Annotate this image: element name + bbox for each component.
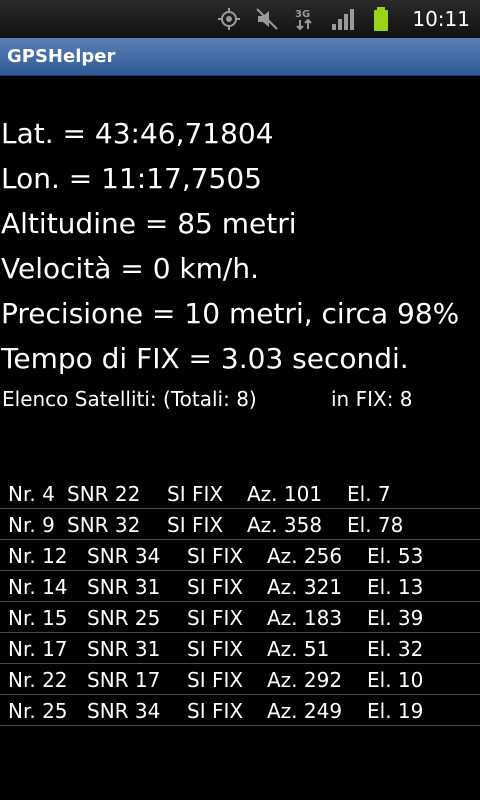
signal-icon <box>330 6 356 32</box>
3g-data-icon: 3G <box>292 6 318 32</box>
satellite-fix: SI FIX <box>187 575 244 599</box>
satellite-az: Az. 256 <box>267 544 343 568</box>
satellite-snr: SNR 25 <box>87 606 161 630</box>
satellite-fix: SI FIX <box>167 513 224 537</box>
satellite-fix: SI FIX <box>187 699 244 723</box>
satellite-fix: SI FIX <box>187 606 244 630</box>
satellite-in-fix-label: in FIX: 8 <box>331 387 413 411</box>
mute-icon <box>254 6 280 32</box>
satellite-snr: SNR 32 <box>67 513 141 537</box>
satellite-fix: SI FIX <box>187 637 244 661</box>
satellite-snr: SNR 17 <box>87 668 161 692</box>
satellite-snr: SNR 22 <box>67 482 141 506</box>
satellite-nr: Nr. 15 <box>8 606 68 630</box>
altitude: Altitudine = 85 metri <box>1 207 297 240</box>
satellite-el: El. 53 <box>367 544 424 568</box>
longitude: Lon. = 11:17,7505 <box>1 162 262 195</box>
satellite-list: Nr. 4 SNR 22 SI FIX Az. 101 El. 7 Nr. 9 SNR 32… <box>0 478 480 726</box>
satellite-el: El. 10 <box>367 668 424 692</box>
satellite-fix: SI FIX <box>187 668 244 692</box>
satellite-snr: SNR 34 <box>87 699 161 723</box>
satellite-el: El. 39 <box>367 606 424 630</box>
satellite-fix: SI FIX <box>187 544 244 568</box>
satellite-el: El. 19 <box>367 699 424 723</box>
list-item[interactable]: Nr. 9 SNR 32 SI FIX Az. 358 El. 78 <box>0 509 480 540</box>
satellite-fix: SI FIX <box>167 482 224 506</box>
app-title: GPSHelper <box>7 46 116 67</box>
satellite-az: Az. 249 <box>267 699 343 723</box>
satellite-summary: Elenco Satelliti: (Totali: 8) in FIX: 8 <box>0 387 480 411</box>
satellite-nr: Nr. 22 <box>8 668 68 692</box>
satellite-az: Az. 183 <box>267 606 343 630</box>
satellite-az: Az. 358 <box>247 513 323 537</box>
satellite-az: Az. 321 <box>267 575 343 599</box>
satellite-nr: Nr. 9 <box>8 513 55 537</box>
fix-time: Tempo di FIX = 3.03 secondi. <box>1 342 409 375</box>
gps-info: Lat. = 43:46,71804 Lon. = 11:17,7505 Alt… <box>0 76 480 381</box>
clock: 10:11 <box>412 7 470 31</box>
satellite-snr: SNR 31 <box>87 575 161 599</box>
list-item[interactable]: Nr. 14 SNR 31 SI FIX Az. 321 El. 13 <box>0 571 480 602</box>
status-bar: 3G 10:11 <box>0 0 480 38</box>
satellite-el: El. 78 <box>347 513 404 537</box>
gps-icon <box>216 6 242 32</box>
precision: Precisione = 10 metri, circa 98% <box>1 297 460 330</box>
satellite-snr: SNR 34 <box>87 544 161 568</box>
satellite-nr: Nr. 25 <box>8 699 68 723</box>
satellite-nr: Nr. 17 <box>8 637 68 661</box>
list-item[interactable]: Nr. 15 SNR 25 SI FIX Az. 183 El. 39 <box>0 602 480 633</box>
satellite-az: Az. 51 <box>267 637 330 661</box>
satellite-el: El. 32 <box>367 637 424 661</box>
satellite-snr: SNR 31 <box>87 637 161 661</box>
list-item[interactable]: Nr. 4 SNR 22 SI FIX Az. 101 El. 7 <box>0 478 480 509</box>
list-item[interactable]: Nr. 17 SNR 31 SI FIX Az. 51 El. 32 <box>0 633 480 664</box>
satellite-az: Az. 101 <box>247 482 323 506</box>
latitude: Lat. = 43:46,71804 <box>1 117 274 150</box>
satellite-total-label: Elenco Satelliti: (Totali: 8) <box>2 387 257 411</box>
battery-icon <box>368 6 394 32</box>
satellite-el: El. 7 <box>347 482 391 506</box>
svg-text:3G: 3G <box>295 9 310 20</box>
speed: Velocità = 0 km/h. <box>1 252 259 285</box>
satellite-nr: Nr. 4 <box>8 482 55 506</box>
satellite-az: Az. 292 <box>267 668 343 692</box>
title-bar: GPSHelper <box>0 38 480 76</box>
satellite-nr: Nr. 14 <box>8 575 68 599</box>
satellite-el: El. 13 <box>367 575 424 599</box>
list-item[interactable]: Nr. 25 SNR 34 SI FIX Az. 249 El. 19 <box>0 695 480 726</box>
satellite-nr: Nr. 12 <box>8 544 68 568</box>
list-item[interactable]: Nr. 12 SNR 34 SI FIX Az. 256 El. 53 <box>0 540 480 571</box>
list-item[interactable]: Nr. 22 SNR 17 SI FIX Az. 292 El. 10 <box>0 664 480 695</box>
